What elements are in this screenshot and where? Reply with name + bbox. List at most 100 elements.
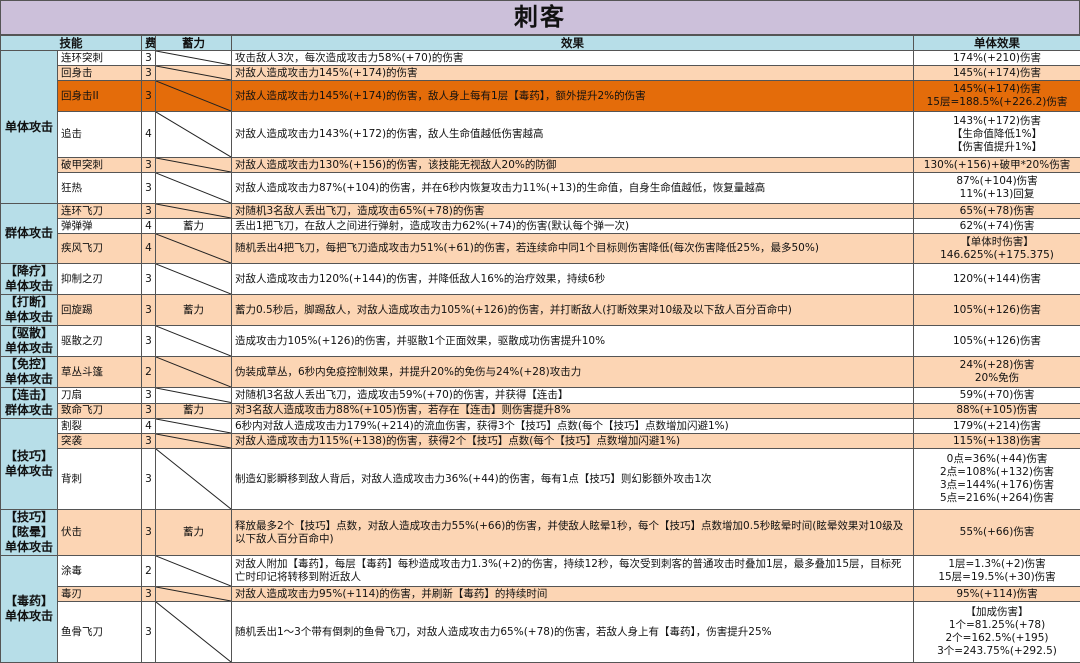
skill-effect: 对3名敌人造成攻击力88%(+105)伤害，若存在【连击】则伤害提升8% [232,403,914,419]
skill-name: 回旋踢 [58,295,142,326]
skill-effect: 对敌人造成攻击力143%(+172)的伤害，敌人生命值越低伤害越高 [232,112,914,158]
group-label-line: 【降疗】 [1,264,57,279]
group-label-line: 单体攻击 [1,372,57,387]
skill-charge [156,81,232,112]
empty-diagonal-icon [156,419,231,433]
single-effect: 62%(+74)伤害 [914,219,1080,234]
group-label-line: 单体攻击 [1,341,57,356]
skill-cost: 3 [142,81,156,112]
skill-effect: 丢出1把飞刀，在敌人之间进行弹射，造成攻击力62%(+74)的伤害(默认每个弹一… [232,219,914,234]
table-row: 【免控】单体攻击草丛斗篷2伪装成草丛，6秒内免疫控制效果，并提升20%的免伤与2… [1,357,1080,388]
skill-charge [156,234,232,264]
single-effect-line: 130%(+156)+破甲*20%伤害 [917,159,1077,172]
empty-diagonal-icon [156,51,231,65]
empty-diagonal-icon [156,173,231,203]
single-effect-line: 2点=108%(+132)伤害 [917,466,1077,479]
single-effect: 87%(+104)伤害11%(+13)回复 [914,173,1080,204]
skill-charge [156,51,232,66]
skill-cost: 3 [142,51,156,66]
header-row: 技能 费 蓄力 效果 单体效果 [1,36,1080,51]
header-single: 单体效果 [914,36,1080,51]
skill-name: 回身击 [58,66,142,81]
skill-effect: 6秒内对敌人造成攻击力179%(+214)的流血伤害，获得3个【技巧】点数(每个… [232,419,914,434]
single-effect: 143%(+172)伤害【生命值降低1%】【伤害值提升1%】 [914,112,1080,158]
single-effect-line: 120%(+144)伤害 [917,273,1077,286]
skill-cost: 4 [142,219,156,234]
empty-diagonal-icon [156,326,231,356]
table-row: 回身击3对敌人造成攻击力145%(+174)的伤害145%(+174)伤害 [1,66,1080,81]
single-effect-line: 59%(+70)伤害 [917,389,1077,402]
skill-cost: 3 [142,587,156,602]
single-effect-line: 20%免伤 [917,372,1077,385]
skill-name: 连环突刺 [58,51,142,66]
skill-name: 毒刃 [58,587,142,602]
empty-diagonal-icon [156,357,231,387]
skill-effect: 对敌人附加【毒药】，每层【毒药】每秒造成攻击力1.3%(+2)的伤害，持续12秒… [232,556,914,587]
single-effect: 【加成伤害】1个=81.25%(+78)2个=162.5%(+195)3个=24… [914,602,1080,663]
empty-diagonal-icon [156,112,231,157]
single-effect-line: 146.625%(+175.375) [917,249,1077,262]
group-label: 【技巧】【眩晕】单体攻击 [1,510,58,556]
table-row: 【降疗】单体攻击抑制之刃3对敌人造成攻击力120%(+144)的伤害，并降低敌人… [1,264,1080,295]
skill-name: 涂毒 [58,556,142,587]
single-effect: 105%(+126)伤害 [914,326,1080,357]
skill-effect: 对敌人造成攻击力130%(+156)的伤害，该技能无视敌人20%的防御 [232,158,914,173]
table-row: 【毒药】单体攻击涂毒2对敌人附加【毒药】，每层【毒药】每秒造成攻击力1.3%(+… [1,556,1080,587]
group-label: 【免控】单体攻击 [1,357,58,388]
skill-cost: 3 [142,510,156,556]
table-row: 致命飞刀3蓄力对3名敌人造成攻击力88%(+105)伤害，若存在【连击】则伤害提… [1,403,1080,419]
skill-effect: 释放最多2个【技巧】点数，对敌人造成攻击力55%(+66)的伤害，并使敌人眩晕1… [232,510,914,556]
single-effect-line: 11%(+13)回复 [917,188,1077,201]
single-effect: 24%(+28)伤害20%免伤 [914,357,1080,388]
skill-cost: 3 [142,173,156,204]
single-effect-line: 【加成伤害】 [917,606,1077,619]
group-label-line: 单体攻击 [1,540,57,555]
skill-effect: 对敌人造成攻击力120%(+144)的伤害，并降低敌人16%的治疗效果，持续6秒 [232,264,914,295]
group-label: 【连击】群体攻击 [1,388,58,419]
group-label-line: 单体攻击 [1,120,57,135]
group-label: 【降疗】单体攻击 [1,264,58,295]
table-row: 回身击II3对敌人造成攻击力145%(+174)的伤害，敌人身上每有1层【毒药】… [1,81,1080,112]
header-effect: 效果 [232,36,914,51]
skill-charge [156,419,232,434]
skill-effect: 随机丢出1～3个带有倒刺的鱼骨飞刀，对敌人造成攻击力65%(+78)的伤害，若敌… [232,602,914,663]
empty-diagonal-icon [156,204,231,218]
skill-cost: 4 [142,234,156,264]
skill-charge: 蓄力 [156,510,232,556]
group-label-line: 单体攻击 [1,609,57,624]
empty-diagonal-icon [156,449,231,509]
skill-charge [156,158,232,173]
skill-name: 背刺 [58,449,142,510]
single-effect-line: 5点=216%(+264)伤害 [917,492,1077,505]
skill-charge [156,326,232,357]
single-effect-line: 62%(+74)伤害 [917,220,1077,233]
single-effect-line: 88%(+105)伤害 [917,404,1077,417]
skill-effect: 对敌人造成攻击力87%(+104)的伤害，并在6秒内恢复攻击力11%(+13)的… [232,173,914,204]
single-effect-line: 65%(+78)伤害 [917,205,1077,218]
empty-diagonal-icon [156,66,231,80]
group-label-line: 群体攻击 [1,403,57,418]
group-label: 单体攻击 [1,51,58,204]
skill-effect: 伪装成草丛，6秒内免疫控制效果，并提升20%的免伤与24%(+28)攻击力 [232,357,914,388]
skill-name: 连环飞刀 [58,204,142,219]
empty-diagonal-icon [156,434,231,448]
skill-effect: 对随机3名敌人丢出飞刀，造成攻击65%(+78)的伤害 [232,204,914,219]
skill-cost: 3 [142,204,156,219]
empty-diagonal-icon [156,602,231,662]
empty-diagonal-icon [156,81,231,111]
charge-label: 蓄力 [183,220,204,232]
group-label-line: 【打断】 [1,295,57,310]
single-effect: 130%(+156)+破甲*20%伤害 [914,158,1080,173]
group-label-line: 单体攻击 [1,279,57,294]
empty-diagonal-icon [156,158,231,172]
table-row: 追击4对敌人造成攻击力143%(+172)的伤害，敌人生命值越低伤害越高143%… [1,112,1080,158]
single-effect-line: 【单体时伤害】 [917,236,1077,249]
single-effect: 55%(+66)伤害 [914,510,1080,556]
skill-effect: 对敌人造成攻击力145%(+174)的伤害 [232,66,914,81]
skill-name: 弹弹弹 [58,219,142,234]
skill-cost: 3 [142,158,156,173]
single-effect: 179%(+214)伤害 [914,419,1080,434]
skill-table: 技能 费 蓄力 效果 单体效果 单体攻击连环突刺3攻击敌人3次，每次造成攻击力5… [0,35,1080,663]
single-effect: 120%(+144)伤害 [914,264,1080,295]
table-row: 破甲突刺3对敌人造成攻击力130%(+156)的伤害，该技能无视敌人20%的防御… [1,158,1080,173]
